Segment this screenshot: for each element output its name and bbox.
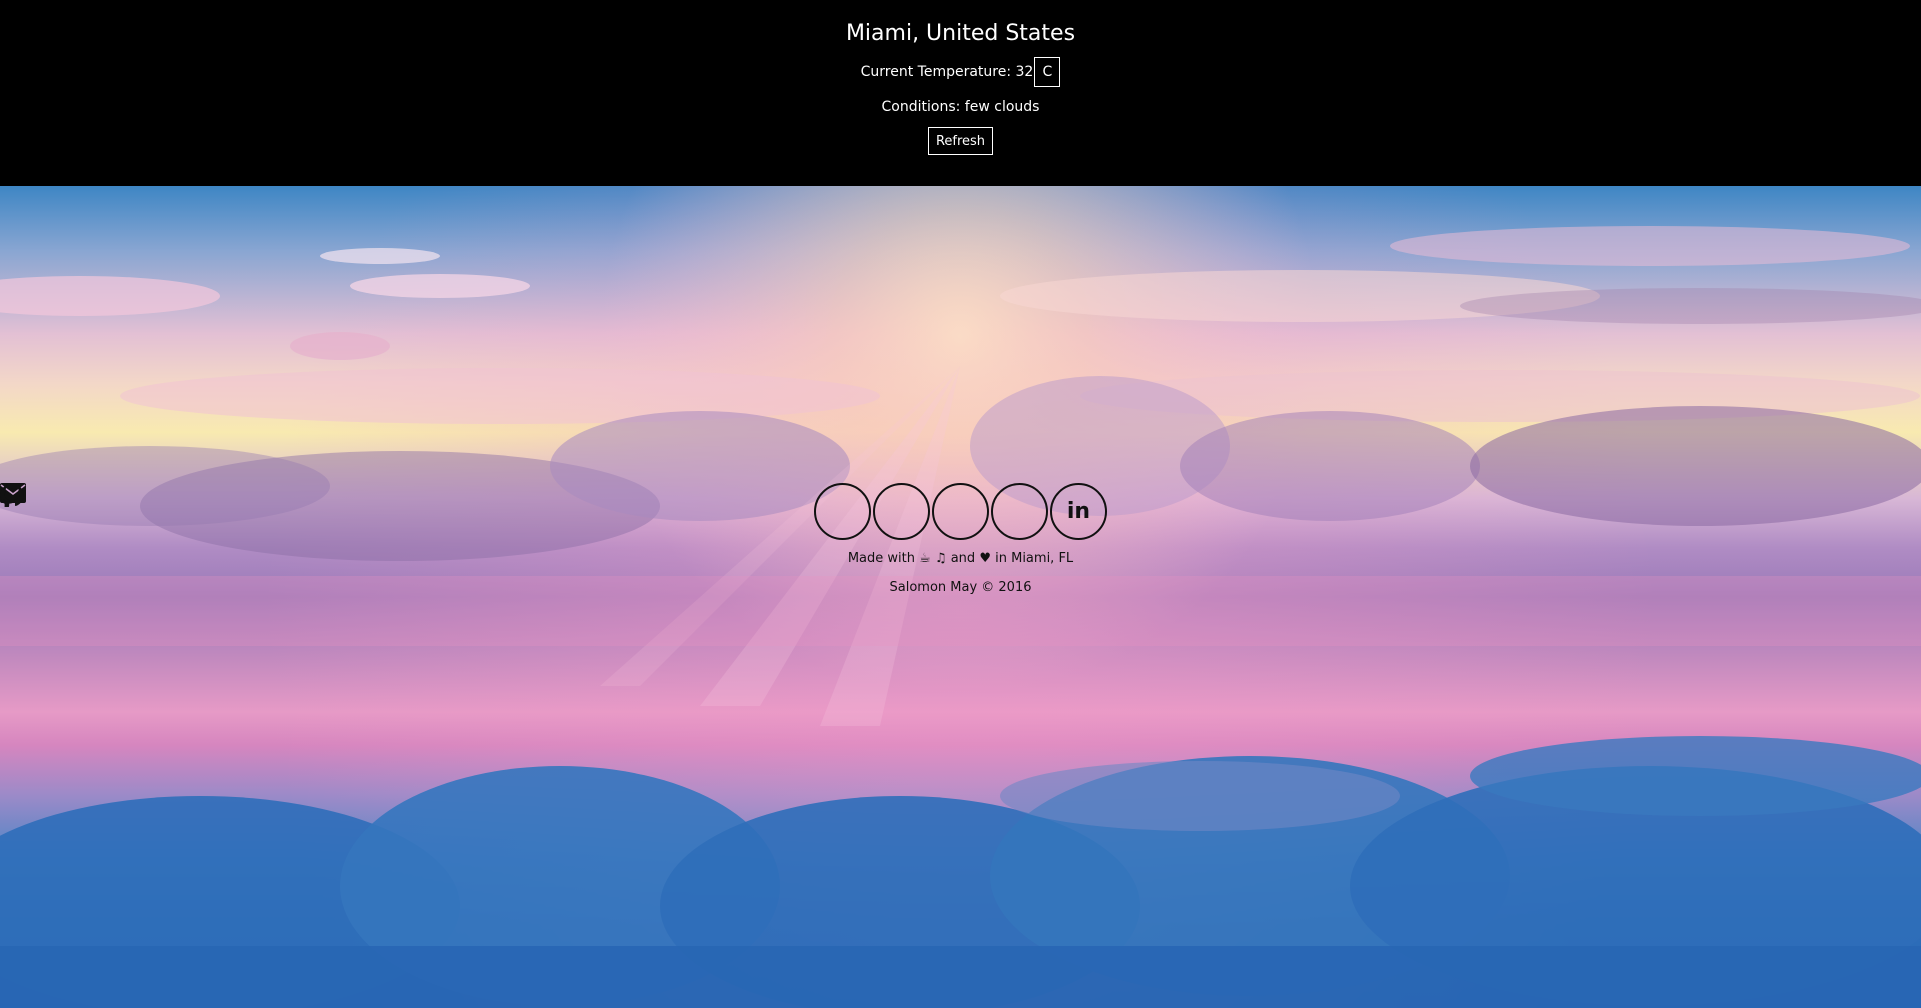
made-with-line: Made with ☕ ♫ and ♥ in Miami, FL bbox=[0, 550, 1921, 568]
location-text: in Miami, FL bbox=[995, 551, 1074, 566]
refresh-button[interactable]: Refresh bbox=[928, 127, 993, 155]
github-button[interactable] bbox=[0, 483, 1048, 540]
copyright-text: Salomon May © 2016 bbox=[889, 580, 1032, 595]
sky-background-image: in Made with ☕ ♫ and ♥ in Miami, FL Salo… bbox=[0, 186, 1921, 1008]
city-title: Miami, United States bbox=[845, 21, 1076, 46]
heart-icon: ♥ bbox=[979, 551, 991, 566]
footer: in Made with ☕ ♫ and ♥ in Miami, FL Salo… bbox=[0, 483, 1921, 597]
unit-toggle-button[interactable]: C bbox=[1034, 57, 1061, 87]
coffee-icon: ☕ bbox=[919, 551, 931, 566]
music-icon: ♫ bbox=[934, 551, 947, 566]
facebook-button[interactable] bbox=[1, 483, 930, 540]
page: Miami, United States Current Temperature… bbox=[0, 0, 1921, 1008]
weather-header: Miami, United States Current Temperature… bbox=[0, 0, 1921, 186]
refresh-wrap: Refresh bbox=[0, 127, 1921, 155]
email-button[interactable] bbox=[0, 483, 989, 540]
and-text: and bbox=[950, 551, 976, 566]
social-links: in bbox=[0, 483, 1921, 540]
made-with-prefix: Made with bbox=[847, 551, 915, 566]
linkedin-button[interactable]: in bbox=[1050, 483, 1107, 540]
temperature-line: Current Temperature: 32 C bbox=[0, 57, 1921, 87]
cloud-layers bbox=[0, 186, 1921, 1008]
github-icon bbox=[0, 483, 24, 507]
conditions-text: Conditions: few clouds bbox=[881, 99, 1040, 115]
linkedin-icon: in bbox=[1066, 498, 1091, 524]
temperature-label: Current Temperature: 32 bbox=[860, 64, 1034, 80]
twitter-button[interactable] bbox=[0, 483, 871, 540]
